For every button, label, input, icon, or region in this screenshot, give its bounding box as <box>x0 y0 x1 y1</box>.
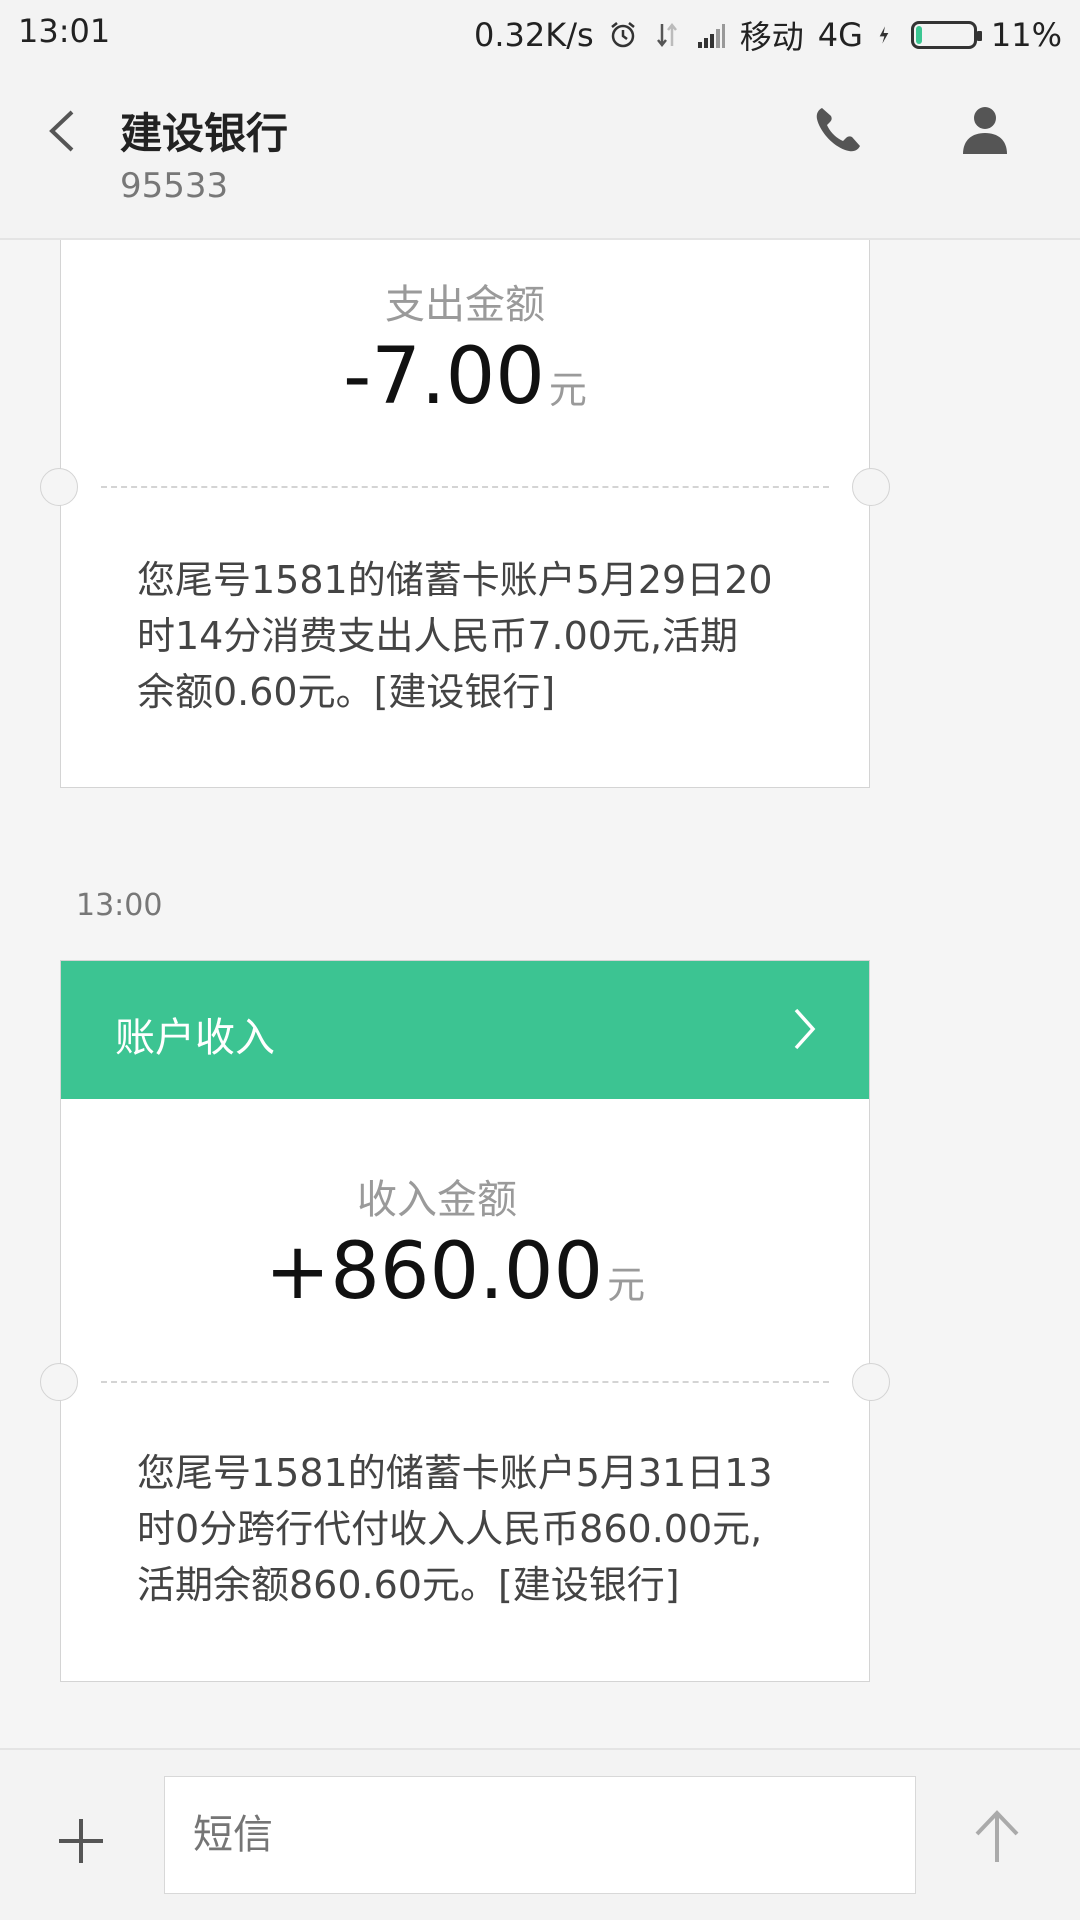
card-notch-left <box>40 1363 78 1401</box>
chevron-right-icon <box>794 1008 816 1050</box>
card-notch-left <box>40 468 78 506</box>
card-divider <box>101 486 829 488</box>
contact-number: 95533 <box>120 166 229 206</box>
card-header-income[interactable]: 账户收入 <box>61 961 869 1099</box>
message-card-expense[interactable]: 支出金额 -7.00 元 您尾号1581的储蓄卡账户5月29日20 时14分消费支… <box>40 240 890 788</box>
message-line: 您尾号1581的储蓄卡账户5月29日20 <box>137 558 773 602</box>
message-line: 活期余额860.60元。[建设银行] <box>137 1563 680 1607</box>
message-body: 您尾号1581的储蓄卡账户5月31日13 时0分跨行代付收入人民币860.00元… <box>137 1445 819 1613</box>
back-icon[interactable] <box>44 106 78 156</box>
message-card-income[interactable]: 账户收入 收入金额 +860.00 元 您尾号1581的储蓄卡账户5月31日13 … <box>40 960 890 1682</box>
send-icon[interactable] <box>972 1808 1022 1864</box>
message-timestamp: 13:00 <box>76 888 163 923</box>
card-header-title: 账户收入 <box>115 1015 275 1061</box>
card-notch-right <box>852 1363 890 1401</box>
amount-unit: 元 <box>548 368 587 412</box>
plus-icon[interactable] <box>56 1816 106 1866</box>
sms-input[interactable] <box>164 1776 916 1894</box>
amount-row: +860.00 元 <box>51 1227 859 1317</box>
amount-label: 支出金额 <box>385 282 545 328</box>
amount-value: -7.00 <box>343 332 545 422</box>
amount-row: -7.00 元 <box>61 332 869 422</box>
message-line: 您尾号1581的储蓄卡账户5月31日13 <box>137 1451 773 1495</box>
amount-unit: 元 <box>607 1263 646 1307</box>
amount-label: 收入金额 <box>357 1177 517 1223</box>
card-divider <box>101 1381 829 1383</box>
phone-icon[interactable] <box>812 104 864 156</box>
contact-icon[interactable] <box>960 104 1010 156</box>
amount-value: +860.00 <box>264 1227 604 1317</box>
message-body: 您尾号1581的储蓄卡账户5月29日20 时14分消费支出人民币7.00元,活期… <box>137 552 819 720</box>
message-line: 时14分消费支出人民币7.00元,活期 <box>137 614 739 658</box>
card-notch-right <box>852 468 890 506</box>
message-line: 余额0.60元。[建设银行] <box>137 670 556 714</box>
contact-name: 建设银行 <box>120 109 289 158</box>
composer-bar <box>0 1748 1080 1920</box>
message-line: 时0分跨行代付收入人民币860.00元, <box>137 1507 763 1551</box>
